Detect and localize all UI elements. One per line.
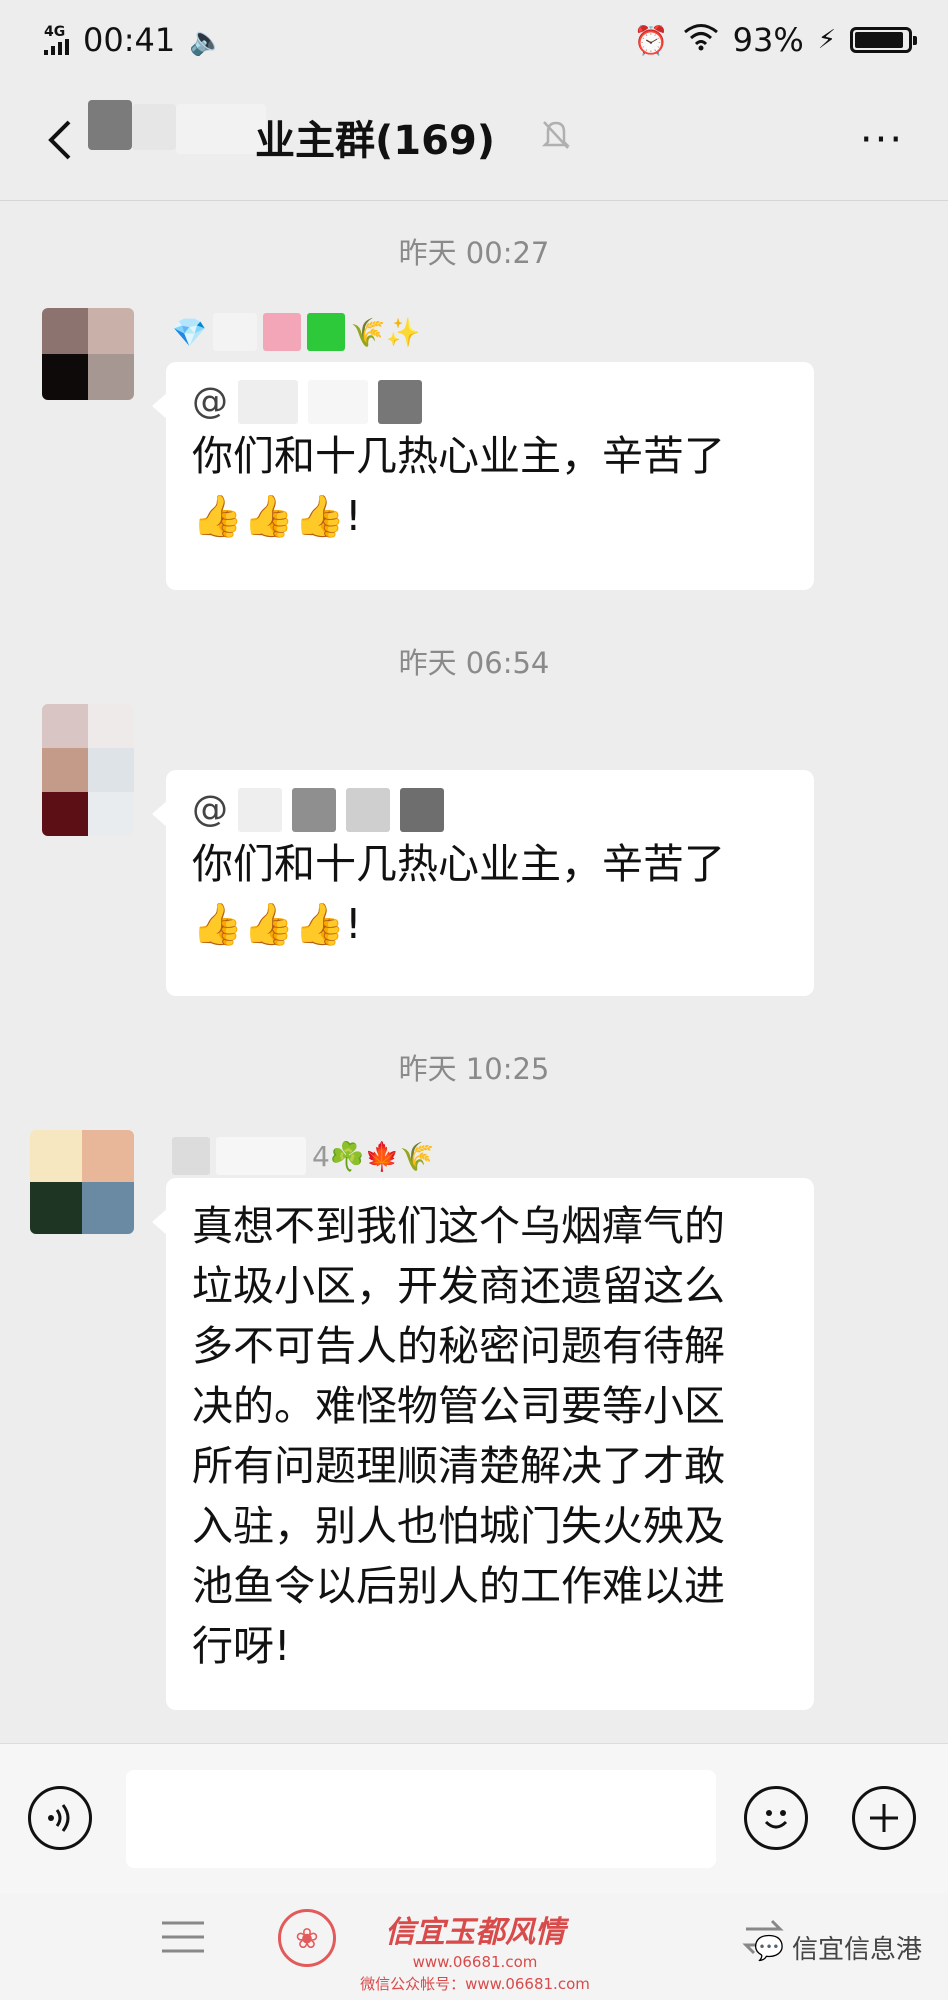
status-right: ⏰ 93% ⚡ xyxy=(633,21,917,59)
wechat-mark: 💬 信宜信息港 xyxy=(754,1929,922,1966)
back-button[interactable] xyxy=(30,110,90,170)
message-text: 你们和十几热心业主，辛苦了 xyxy=(192,432,725,480)
menu-icon xyxy=(162,1921,204,1953)
more-horizontal-icon: ··· xyxy=(859,117,905,163)
message-line: 池鱼令以后别人的工作难以进 xyxy=(192,1562,725,1610)
input-bar xyxy=(0,1743,948,1894)
message-line: 行呀! xyxy=(192,1622,291,1670)
emoji-button[interactable] xyxy=(744,1786,808,1850)
redacted-title-part xyxy=(176,104,266,154)
watermark-title: 信宜玉都风情 xyxy=(385,1915,565,1950)
chat-title: 业主群(169) xyxy=(255,118,496,164)
battery-percent: 93% xyxy=(732,21,804,59)
redacted-name xyxy=(306,313,345,351)
mention: @ xyxy=(192,378,788,426)
redacted-mention xyxy=(346,788,390,832)
voice-icon xyxy=(48,1804,70,1832)
redacted-name xyxy=(262,313,301,351)
status-bar: 4G 00:41 🔈 ⏰ 93% ⚡ xyxy=(0,0,948,80)
redacted-name xyxy=(172,1137,210,1175)
message-emoji: 👍👍👍! xyxy=(192,900,362,948)
network-indicator: 4G xyxy=(44,25,69,55)
message-emoji: 👍👍👍! xyxy=(192,492,362,540)
message-line: 所有问题理顺清楚解决了才敢 xyxy=(192,1442,725,1490)
bell-off-icon xyxy=(540,118,572,160)
message-line: 入驻，别人也怕城门失火殃及 xyxy=(192,1502,725,1550)
message-timestamp: 昨天 06:54 xyxy=(398,646,550,680)
sender-suffix: 4☘️🍁🌾 xyxy=(312,1139,435,1173)
message-bubble[interactable]: @ 你们和十几热心业主，辛苦了 👍👍👍! xyxy=(152,362,814,590)
message-line: 真想不到我们这个乌烟瘴气的 xyxy=(192,1202,725,1250)
message-bubble[interactable]: 真想不到我们这个乌烟瘴气的 垃圾小区，开发商还遗留这么 多不可告人的秘密问题有待… xyxy=(152,1178,814,1710)
message-line: 决的。难怪物管公司要等小区 xyxy=(192,1382,725,1430)
emoji-icon xyxy=(764,1810,788,1829)
sender-name: 💎 🌾✨ xyxy=(172,312,421,352)
chevron-left-icon xyxy=(48,120,71,160)
watermark-logo-icon: ❀ xyxy=(278,1909,336,1967)
charging-icon: ⚡ xyxy=(817,25,836,55)
mention: @ xyxy=(192,786,788,834)
redacted-mention xyxy=(378,380,422,424)
redacted-mention xyxy=(238,380,298,424)
watermark-sub: 微信公众帐号：www.06681.com xyxy=(360,1975,590,1993)
wechat-account-name: 信宜信息港 xyxy=(791,1935,922,1965)
more-button[interactable]: ··· xyxy=(852,110,912,170)
redacted-name xyxy=(216,1137,306,1175)
bottom-navigation: ❀ 信宜玉都风情 www.06681.com 微信公众帐号：www.06681.… xyxy=(0,1893,948,2000)
alarm-icon: ⏰ xyxy=(633,23,669,57)
network-type: 4G xyxy=(44,24,66,40)
redacted-mention xyxy=(292,788,336,832)
speaker-icon: 🔈 xyxy=(189,23,225,57)
status-left: 4G 00:41 🔈 xyxy=(44,21,224,59)
sender-name: 4☘️🍁🌾 xyxy=(172,1136,434,1176)
avatar[interactable] xyxy=(42,704,134,836)
watermark-url: www.06681.com xyxy=(412,1953,538,1971)
battery-level xyxy=(855,32,904,48)
message-line: 垃圾小区，开发商还遗留这么 xyxy=(192,1262,725,1310)
chat-header: 业主群(169) ··· xyxy=(0,80,948,201)
redacted-mention xyxy=(308,380,368,424)
message-timestamp: 昨天 10:25 xyxy=(398,1052,550,1086)
watermark: ❀ 信宜玉都风情 www.06681.com 微信公众帐号：www.06681.… xyxy=(278,1907,600,1994)
diamond-icon: 💎 xyxy=(172,315,207,349)
redacted-mention xyxy=(400,788,444,832)
plus-icon xyxy=(870,1804,898,1832)
redacted-mention xyxy=(238,788,282,832)
wechat-icon: 💬 xyxy=(754,1933,784,1962)
message-bubble[interactable]: @ 你们和十几热心业主，辛苦了 👍👍👍! xyxy=(152,770,814,996)
message-text: 你们和十几热心业主，辛苦了 xyxy=(192,840,725,888)
message-timestamp: 昨天 00:27 xyxy=(398,236,550,270)
message-line: 多不可告人的秘密问题有待解 xyxy=(192,1322,725,1370)
avatar[interactable] xyxy=(30,1130,134,1234)
mention-at: @ xyxy=(192,381,228,422)
redacted-name xyxy=(212,313,257,351)
sender-suffix: 🌾✨ xyxy=(350,315,421,349)
signal-icon xyxy=(44,39,69,55)
redacted-title-part xyxy=(132,104,176,150)
voice-button[interactable] xyxy=(28,1786,92,1850)
menu-button[interactable] xyxy=(160,1917,206,1968)
battery-icon xyxy=(850,27,917,53)
redacted-title-part xyxy=(88,100,132,150)
wifi-icon xyxy=(683,21,719,59)
avatar[interactable] xyxy=(42,308,134,400)
status-time: 00:41 xyxy=(83,21,176,59)
mention-at: @ xyxy=(192,789,228,830)
plus-button[interactable] xyxy=(852,1786,916,1850)
message-input[interactable] xyxy=(126,1770,716,1868)
